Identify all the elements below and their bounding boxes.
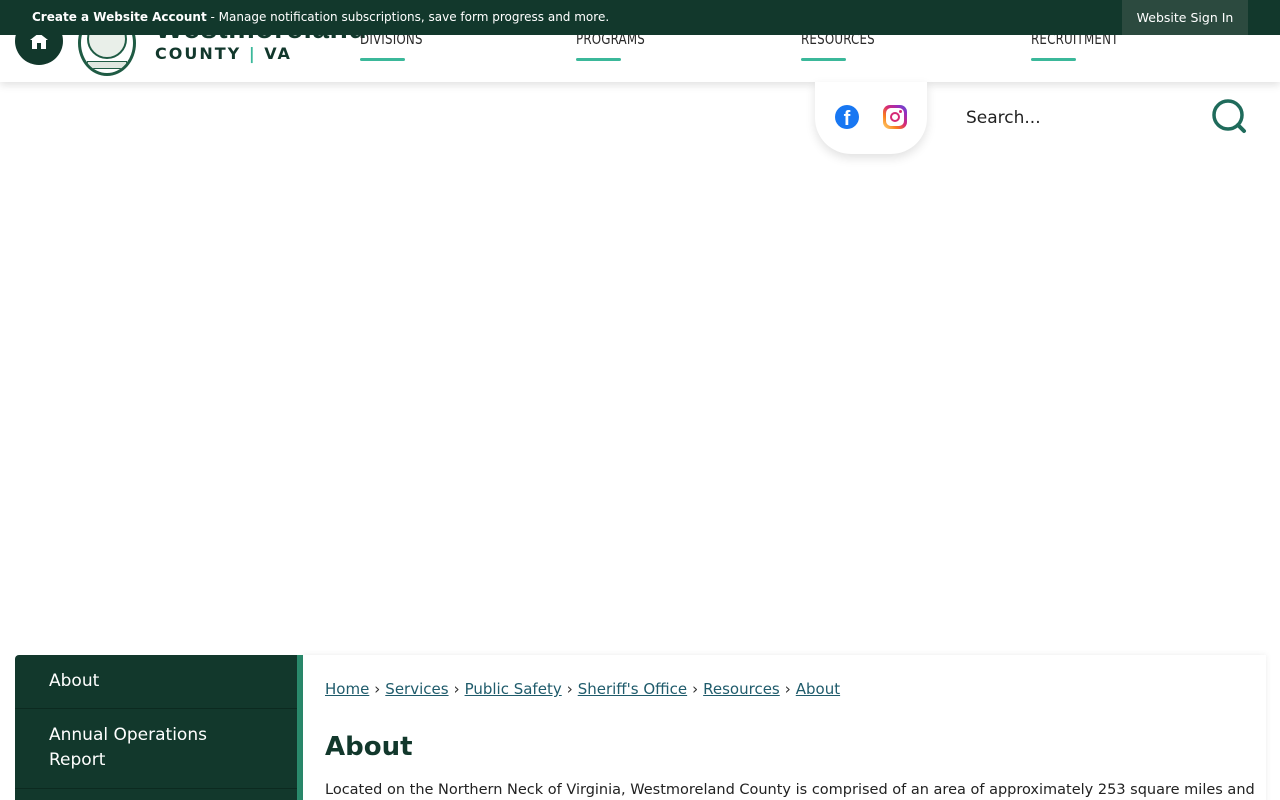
search-button[interactable]: [1210, 98, 1250, 138]
create-account-link[interactable]: Create a Website Account: [32, 10, 207, 24]
main-content: [303, 655, 1266, 800]
breadcrumb-resources[interactable]: Resources: [703, 680, 780, 698]
page-title: About: [325, 732, 413, 762]
breadcrumb-separator: ›: [566, 680, 573, 698]
breadcrumb-separator: ›: [692, 680, 699, 698]
sidebar-divider: [15, 708, 297, 709]
account-bar: Create a Website Account - Manage notifi…: [0, 0, 1280, 35]
logo-state: VA: [264, 44, 292, 63]
logo-separator: |: [248, 44, 257, 63]
logo-county: COUNTY: [155, 44, 242, 63]
breadcrumb-sheriffs-office[interactable]: Sheriff's Office: [578, 680, 687, 698]
breadcrumb-separator: ›: [784, 680, 791, 698]
sidebar-item-annual-operations-report[interactable]: Annual Operations Report: [15, 723, 265, 773]
account-bar-text: Create a Website Account - Manage notifi…: [32, 10, 609, 24]
instagram-icon[interactable]: [883, 105, 907, 129]
sidebar-divider: [15, 788, 297, 789]
breadcrumb-services[interactable]: Services: [385, 680, 448, 698]
logo-subtitle[interactable]: COUNTY | VA: [155, 44, 292, 63]
intro-paragraph: Located on the Northern Neck of Virginia…: [325, 782, 1255, 798]
social-links: f: [815, 82, 927, 154]
search-icon: [1212, 99, 1246, 133]
nav-underline: [576, 58, 621, 61]
breadcrumb-about[interactable]: About: [796, 680, 840, 698]
account-bar-message: - Manage notification subscriptions, sav…: [206, 10, 610, 24]
breadcrumb-home[interactable]: Home: [325, 680, 369, 698]
breadcrumb: Home › Services › Public Safety › Sheriff's Of…: [325, 680, 840, 698]
facebook-icon[interactable]: f: [835, 105, 859, 129]
breadcrumb-separator: ›: [374, 680, 381, 698]
sidebar-item-about[interactable]: About: [15, 671, 297, 691]
nav-underline: [801, 58, 846, 61]
breadcrumb-public-safety[interactable]: Public Safety: [465, 680, 562, 698]
breadcrumb-separator: ›: [453, 680, 460, 698]
nav-underline: [1031, 58, 1076, 61]
website-sign-in-button[interactable]: Website Sign In: [1122, 0, 1248, 35]
search-input[interactable]: [950, 98, 1200, 138]
sidebar-nav: About Annual Operations Report: [15, 655, 303, 800]
nav-underline: [360, 58, 405, 61]
